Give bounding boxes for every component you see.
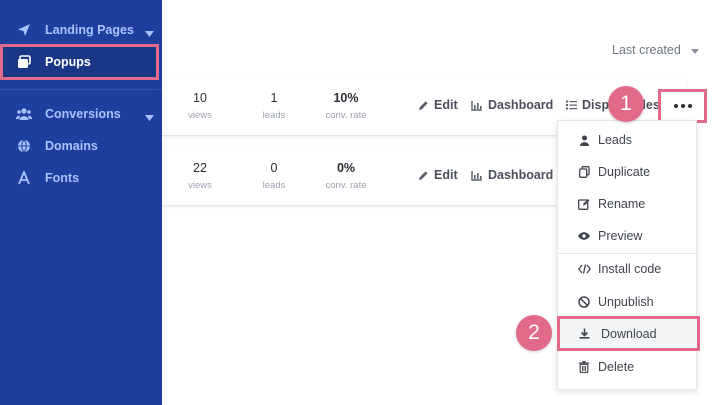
- sidebar-item-label: Landing Pages: [45, 23, 134, 37]
- copy-icon: [577, 166, 591, 178]
- globe-icon: [16, 138, 32, 154]
- conv-rate-value: 10%: [333, 91, 359, 105]
- views-value: 10: [193, 91, 207, 105]
- leads-value: 1: [270, 91, 278, 105]
- popups-icon: [16, 54, 32, 70]
- trash-icon: [577, 361, 591, 373]
- caret-down-icon[interactable]: [145, 110, 154, 124]
- dashboard-label: Dashboard: [488, 168, 554, 182]
- views-stat: 10 views: [170, 91, 230, 121]
- sidebar-item-label: Popups: [45, 55, 91, 69]
- leads-stat: 0 leads: [244, 161, 304, 191]
- views-stat: 22 views: [170, 161, 230, 191]
- sort-dropdown[interactable]: Last created: [612, 43, 699, 57]
- sidebar: Landing Pages Popups Conversions Domains…: [0, 0, 162, 405]
- conv-rate-label: conv. rate: [325, 110, 367, 121]
- step-badge-2: 2: [516, 315, 552, 351]
- menu-item-label: Unpublish: [598, 295, 654, 309]
- sidebar-item-landing-pages[interactable]: Landing Pages: [0, 15, 162, 45]
- menu-item-preview[interactable]: Preview: [558, 221, 696, 251]
- menu-item-label: Preview: [598, 229, 643, 243]
- edit-label: Edit: [434, 168, 458, 182]
- menu-item-label: Download: [601, 326, 657, 341]
- views-value: 22: [193, 161, 207, 175]
- pencil-icon: [418, 170, 429, 181]
- caret-down-icon: [690, 43, 699, 57]
- chart-icon: [471, 170, 483, 181]
- users-icon: [16, 106, 32, 122]
- conv-rate-label: conv. rate: [325, 180, 367, 191]
- sidebar-item-fonts[interactable]: Fonts: [0, 163, 162, 193]
- sidebar-item-label: Domains: [45, 139, 98, 153]
- dashboard-button[interactable]: Dashboard: [471, 168, 553, 182]
- sidebar-item-label: Conversions: [45, 107, 121, 121]
- sidebar-item-domains[interactable]: Domains: [0, 131, 162, 161]
- conv-rate-stat: 0% conv. rate: [316, 161, 376, 191]
- leads-stat: 1 leads: [244, 91, 304, 121]
- paper-plane-icon: [16, 22, 32, 38]
- download-icon: [577, 328, 591, 339]
- step-badge-1: 1: [608, 86, 644, 122]
- menu-item-duplicate[interactable]: Duplicate: [558, 157, 696, 187]
- menu-item-label: Delete: [598, 360, 635, 374]
- leads-label: leads: [262, 110, 286, 121]
- edit-button[interactable]: Edit: [418, 168, 458, 182]
- menu-item-label: Leads: [598, 133, 633, 147]
- menu-item-label: Duplicate: [598, 165, 651, 179]
- code-icon: [577, 264, 591, 274]
- menu-item-leads[interactable]: Leads: [558, 125, 696, 155]
- views-label: views: [188, 180, 212, 191]
- font-icon: [16, 170, 32, 186]
- more-options-button[interactable]: [658, 89, 707, 123]
- ellipsis-dot: [680, 104, 685, 108]
- menu-item-rename[interactable]: Rename: [558, 189, 696, 219]
- sidebar-item-label: Fonts: [45, 171, 80, 185]
- edit-label: Edit: [434, 98, 458, 112]
- menu-item-unpublish[interactable]: Unpublish: [558, 287, 696, 317]
- caret-down-icon[interactable]: [145, 26, 154, 40]
- menu-item-delete[interactable]: Delete: [558, 352, 696, 382]
- ban-icon: [577, 296, 591, 308]
- conv-rate-stat: 10% conv. rate: [316, 91, 376, 121]
- sidebar-item-popups[interactable]: Popups: [0, 47, 162, 77]
- chart-icon: [471, 100, 483, 111]
- leads-label: leads: [262, 180, 286, 191]
- sort-label: Last created: [612, 43, 681, 57]
- menu-item-label: Rename: [598, 197, 646, 211]
- views-label: views: [188, 110, 212, 121]
- sidebar-item-conversions[interactable]: Conversions: [0, 99, 162, 129]
- edit-button[interactable]: Edit: [418, 98, 458, 112]
- pencil-icon: [418, 100, 429, 111]
- ellipsis-icon: [673, 104, 678, 108]
- menu-item-label: Install code: [598, 262, 662, 276]
- pencil-square-icon: [577, 198, 591, 210]
- sidebar-divider: [0, 89, 162, 90]
- conv-rate-value: 0%: [336, 161, 356, 175]
- user-icon: [577, 135, 591, 146]
- menu-item-download[interactable]: Download: [557, 316, 700, 351]
- leads-value: 0: [270, 161, 278, 175]
- list-icon: [566, 100, 577, 110]
- eye-icon: [577, 232, 591, 240]
- menu-item-install-code[interactable]: Install code: [558, 254, 696, 284]
- ellipsis-dot: [687, 104, 692, 108]
- dashboard-button[interactable]: Dashboard: [471, 98, 553, 112]
- dashboard-label: Dashboard: [488, 98, 554, 112]
